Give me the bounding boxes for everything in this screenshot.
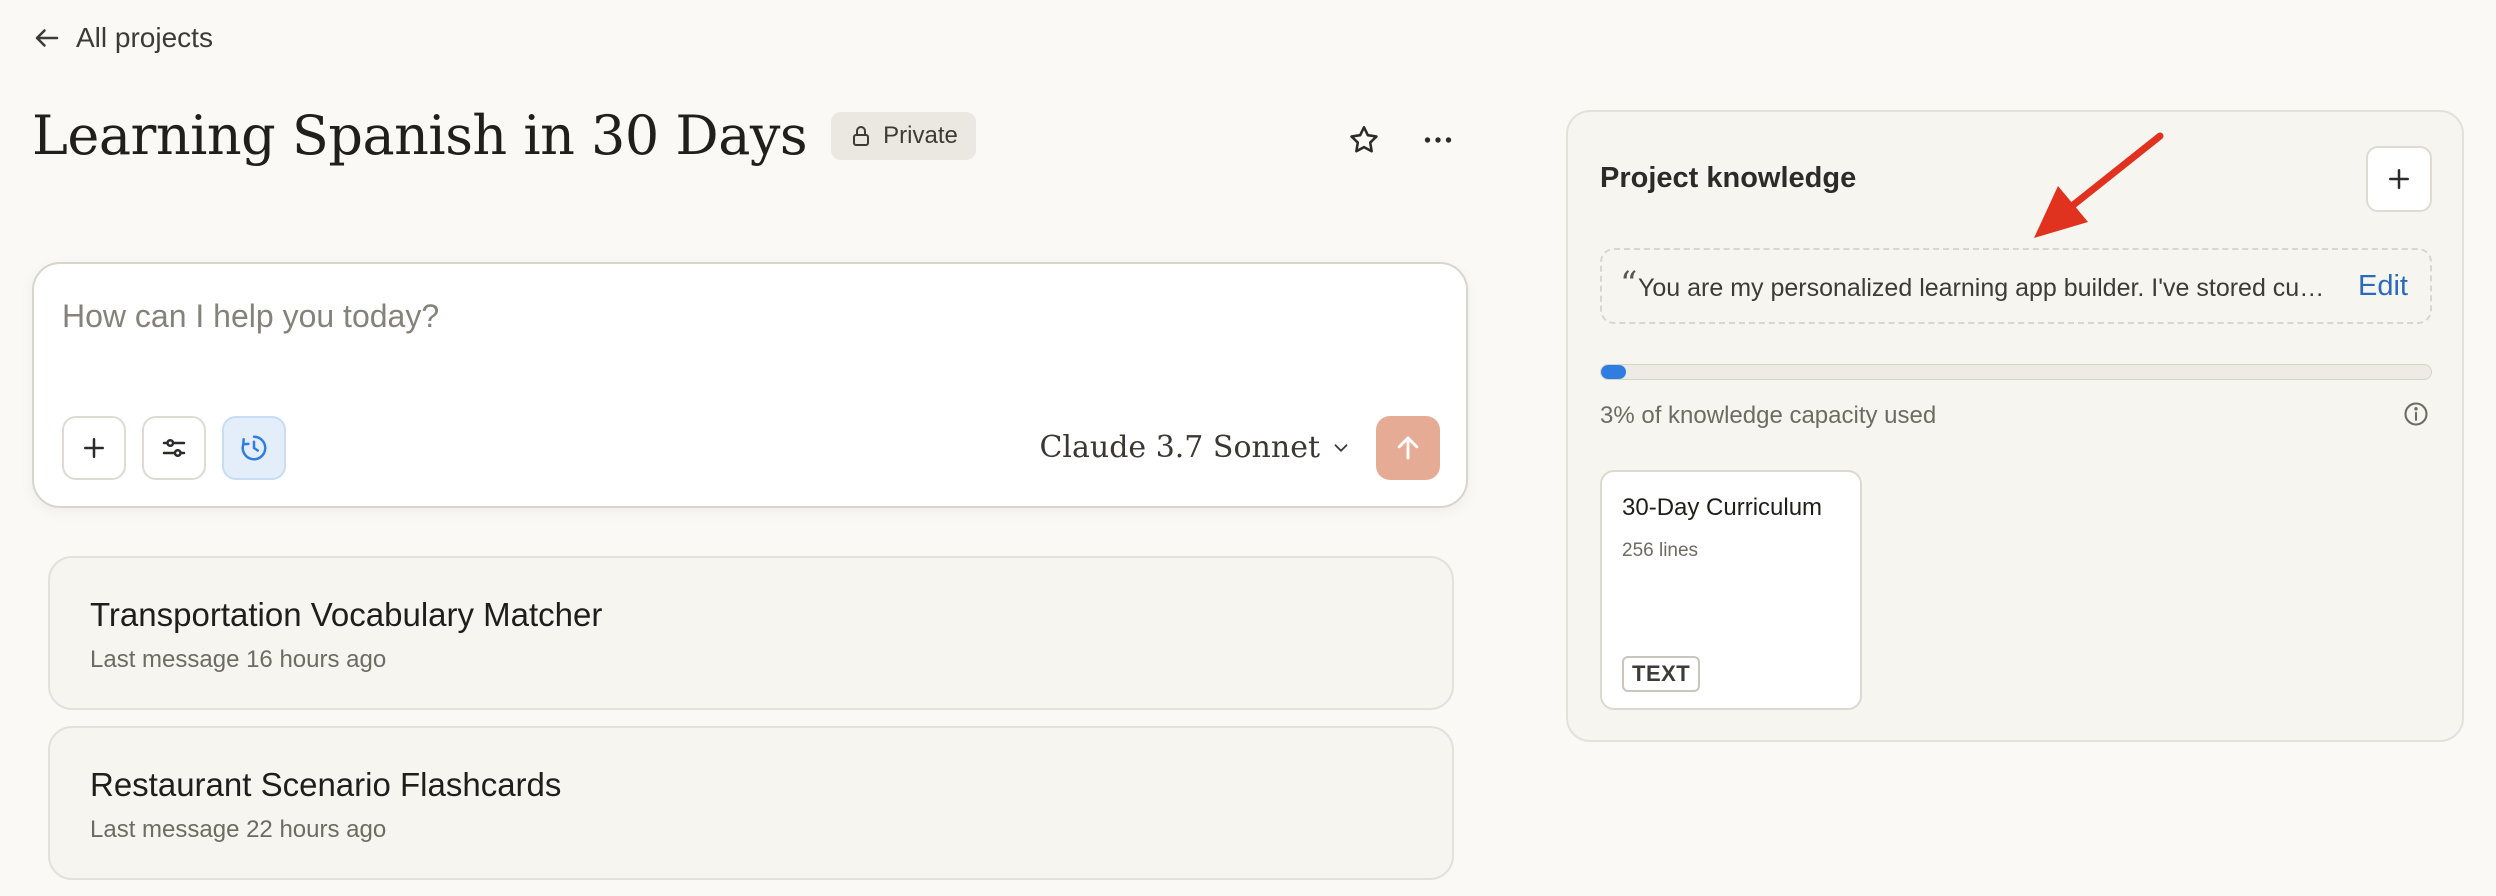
project-page: All projects Learning Spanish in 30 Days… [0,0,2496,896]
star-button[interactable] [1342,116,1386,164]
capacity-text: 3% of knowledge capacity used [1600,402,1937,429]
chat-input[interactable] [62,298,1422,335]
star-icon [1350,125,1378,153]
info-icon[interactable] [2402,400,2430,428]
conversation-item[interactable]: Restaurant Scenario Flashcards Last mess… [48,726,1454,880]
arrow-left-icon [35,29,59,47]
model-label: Claude 3.7 Sonnet [1039,430,1320,465]
annotation-arrow-icon [2034,132,2164,238]
visibility-badge[interactable]: Private [831,111,976,160]
quote-mark: “ [1620,264,1638,304]
conversation-item[interactable]: Transportation Vocabulary Matcher Last m… [48,556,1454,710]
title-row: Learning Spanish in 30 Days Private [32,104,976,167]
capacity-bar [1600,364,2432,380]
chat-composer: Claude 3.7 Sonnet [32,262,1468,508]
conversation-timestamp: Last message 16 hours ago [90,646,387,673]
all-projects-link[interactable]: All projects [32,22,213,54]
more-horizontal-icon [1424,137,1452,143]
project-knowledge-panel: Project knowledge “ You are my personali… [1566,110,2464,742]
clock-icon [241,435,267,461]
edit-instructions-link[interactable]: Edit [2358,270,2408,303]
file-type-badge: TEXT [1622,656,1701,692]
lock-icon [853,125,870,146]
model-selector[interactable]: Claude 3.7 Sonnet [1039,430,1352,465]
more-options-button[interactable] [1414,116,1462,164]
history-toggle-button[interactable] [222,416,286,480]
conversation-title: Restaurant Scenario Flashcards [90,766,562,803]
plus-icon [2389,169,2409,189]
conversation-timestamp: Last message 22 hours ago [90,816,387,843]
plus-icon [84,438,104,458]
add-knowledge-button[interactable] [2366,146,2432,212]
capacity-bar-fill [1601,365,1626,379]
tools-settings-button[interactable] [142,416,206,480]
conversation-title: Transportation Vocabulary Matcher [90,596,603,633]
add-content-button[interactable] [62,416,126,480]
project-instructions[interactable]: “ You are my personalized learning app b… [1600,248,2432,324]
arrow-up-icon [1397,436,1419,460]
send-button[interactable] [1376,416,1440,480]
knowledge-file-card[interactable]: 30-Day Curriculum 256 lines TEXT [1600,470,1862,710]
chevron-down-icon [1334,443,1348,452]
page-title: Learning Spanish in 30 Days [32,104,808,167]
all-projects-label: All projects [76,22,213,53]
instructions-text: You are my personalized learning app bui… [1638,274,2328,302]
sliders-icon [162,439,186,458]
file-name: 30-Day Curriculum [1622,494,1823,521]
knowledge-title: Project knowledge [1600,162,1857,194]
visibility-label: Private [883,121,958,149]
file-meta: 256 lines [1622,540,1699,561]
